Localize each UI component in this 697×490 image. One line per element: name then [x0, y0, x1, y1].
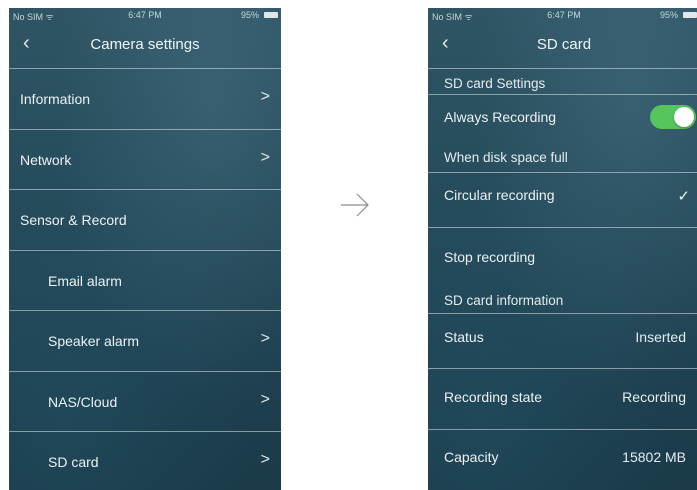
settings-list: Information > Network > Sensor & Record …: [9, 68, 281, 490]
sd-card-settings: SD card Settings Always Recording When d…: [428, 68, 697, 489]
section-header-sd-settings: SD card Settings: [428, 68, 697, 94]
arrow-right-icon: [341, 193, 369, 217]
settings-item-label: Sensor & Record: [20, 212, 127, 228]
section-header-sd-info: SD card information: [428, 285, 697, 313]
clock-text: 6:47 PM: [128, 10, 162, 20]
toggle-knob: [674, 107, 694, 127]
capacity-value: 15802 MB: [622, 449, 686, 465]
battery-icon: [264, 12, 278, 18]
recording-state-value: Recording: [622, 389, 686, 405]
stop-recording-label: Stop recording: [444, 249, 536, 265]
settings-item-label: NAS/Cloud: [48, 393, 118, 410]
nav-bar: ‹ Camera settings: [9, 24, 281, 68]
chevron-right-icon: >: [260, 148, 270, 166]
battery-icon: [683, 12, 697, 18]
carrier-text: No SIM ᯤ: [13, 12, 54, 22]
always-recording-label: Always Recording: [444, 109, 557, 125]
battery-percent: 95%: [659, 10, 678, 20]
recording-state-row: Recording state Recording: [428, 368, 697, 429]
settings-item-sd-card[interactable]: SD card >: [9, 431, 281, 490]
stop-recording-option[interactable]: Stop recording: [428, 227, 697, 285]
settings-item-label: Email alarm: [48, 272, 122, 289]
always-recording-row: Always Recording: [428, 94, 697, 138]
checkmark-icon: ✓: [677, 188, 690, 205]
chevron-right-icon: >: [260, 330, 270, 347]
status-bar: No SIM ᯤ 6:47 PM 95%: [9, 8, 281, 24]
chevron-right-icon: >: [260, 390, 270, 408]
section-header-label: SD card Settings: [444, 76, 546, 91]
section-header-label: When disk space full: [444, 150, 568, 165]
page-title: Camera settings: [90, 36, 200, 53]
settings-item-label: Information: [20, 91, 91, 107]
sd-card-screen: No SIM ᯤ 6:47 PM 95% ‹ SD card SD card S…: [428, 8, 697, 490]
camera-settings-screen: No SIM ᯤ 6:47 PM 95% ‹ Camera settings I…: [9, 8, 281, 490]
clock-text: 6:47 PM: [547, 10, 581, 20]
settings-item-information[interactable]: Information >: [9, 68, 281, 129]
status-row: Status Inserted: [428, 313, 697, 368]
nav-bar: ‹ SD card: [428, 24, 697, 68]
section-header-label: SD card information: [444, 293, 564, 308]
battery-percent: 95%: [240, 10, 259, 20]
always-recording-toggle[interactable]: [650, 105, 696, 129]
chevron-right-icon: >: [260, 88, 270, 105]
status-bar: No SIM ᯤ 6:47 PM 95%: [428, 8, 697, 24]
carrier-text: No SIM ᯤ: [432, 12, 473, 22]
capacity-label: Capacity: [444, 449, 499, 465]
settings-item-label: Speaker alarm: [48, 333, 140, 349]
chevron-right-icon: >: [260, 451, 270, 468]
status-value: Inserted: [635, 329, 686, 345]
page-title: SD card: [536, 36, 592, 53]
circular-recording-option[interactable]: Circular recording ✓: [428, 172, 697, 227]
settings-item-network[interactable]: Network >: [9, 128, 281, 190]
recording-state-label: Recording state: [444, 389, 543, 405]
settings-item-email-alarm[interactable]: Email alarm: [9, 249, 281, 311]
section-header-disk-full: When disk space full: [428, 138, 697, 172]
settings-item-speaker-alarm[interactable]: Speaker alarm >: [9, 310, 281, 371]
settings-item-sensor-record[interactable]: Sensor & Record: [9, 189, 281, 250]
status-label: Status: [444, 329, 484, 345]
settings-item-label: Network: [20, 151, 72, 168]
settings-item-nas-cloud[interactable]: NAS/Cloud >: [9, 370, 281, 432]
capacity-row: Capacity 15802 MB: [428, 429, 697, 489]
settings-item-label: SD card: [48, 454, 99, 470]
circular-recording-label: Circular recording: [444, 187, 555, 203]
